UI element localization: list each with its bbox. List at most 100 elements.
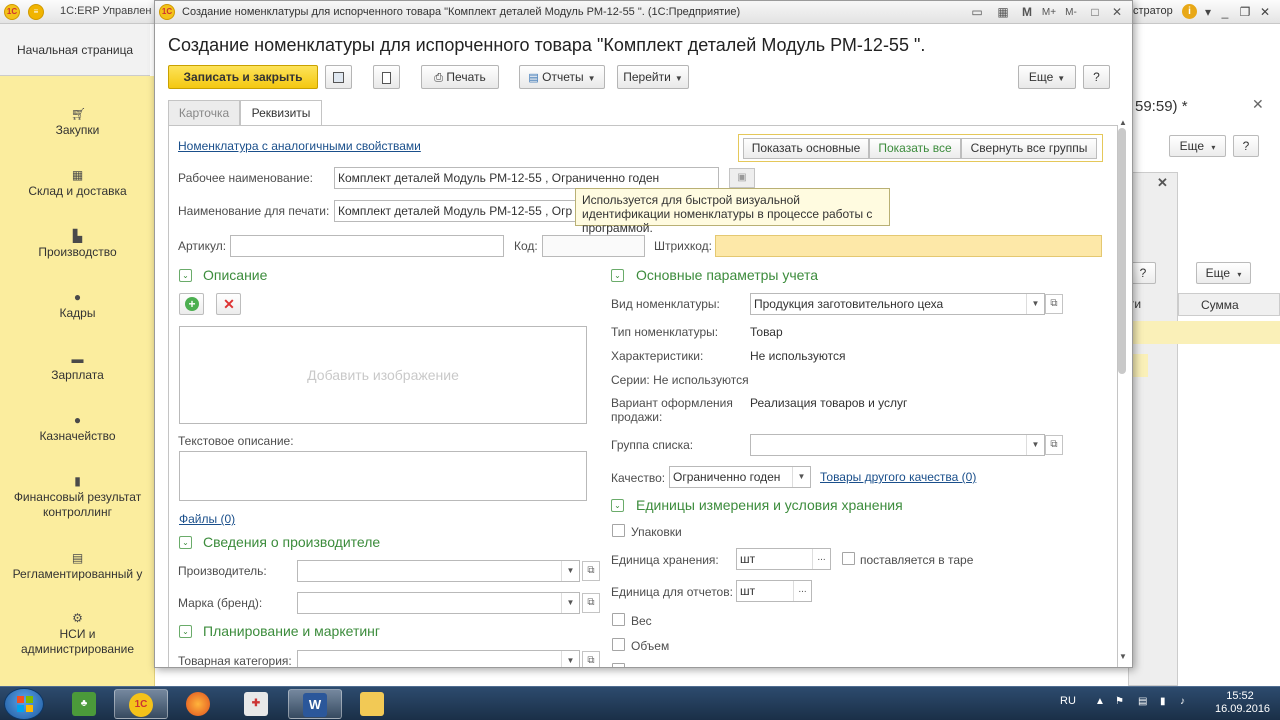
column-sum[interactable]: Сумма [1201,298,1239,312]
accounting-group-header[interactable]: Основные параметры учета [636,267,818,283]
sidebar-item-salary[interactable]: ▬ Зарплата [0,353,155,383]
sidebar-item-production[interactable]: ▙ Производство [0,230,155,260]
flag-icon[interactable]: ⚑ [1115,696,1127,708]
scroll-thumb[interactable] [1118,128,1126,374]
save-and-close-button[interactable]: Записать и закрыть [168,65,318,89]
scroll-up-icon[interactable]: ▲ [1117,118,1129,127]
add-image-button[interactable]: + [179,293,204,315]
brand-select[interactable]: ▼ [297,592,580,614]
background-help-button-2[interactable]: ? [1130,262,1156,284]
report-unit-input[interactable]: шт... [736,580,812,602]
list-group-select[interactable]: ▼ [750,434,1045,456]
taskbar-app-tools[interactable]: ✚ [230,689,284,719]
tare-checkbox[interactable] [842,552,855,565]
scroll-down-icon[interactable]: ▼ [1117,652,1129,661]
dropdown-icon[interactable]: ▾ [1199,3,1217,21]
item-kind-select[interactable]: Продукция заготовительного цеха [750,293,1045,315]
help-button[interactable]: ? [1083,65,1110,89]
category-select[interactable]: ▼ [297,650,580,667]
sidebar-item-warehouse[interactable]: ▦ Склад и доставка [0,169,155,199]
info-icon[interactable]: i [1182,4,1197,19]
manufacturer-group-header[interactable]: Сведения о производителе [203,534,380,550]
background-more-button[interactable]: Еще ▾ [1169,135,1226,157]
battery-icon[interactable]: ▮ [1160,696,1172,708]
planning-group-header[interactable]: Планирование и маркетинг [203,623,380,639]
document-button[interactable] [373,65,400,89]
chevron-down-icon[interactable]: ⌄ [611,269,624,282]
text-description-input[interactable] [179,451,587,501]
work-name-input[interactable]: Комплект деталей Модуль РМ-12-55 , Огран… [334,167,719,189]
tare-label[interactable]: поставляется в таре [860,553,973,567]
volume-checkbox[interactable] [612,638,625,651]
files-link[interactable]: Файлы (0) [179,512,235,526]
open-icon[interactable]: ⧉ [1045,435,1063,455]
current-user[interactable]: стратор [1133,5,1173,17]
network-icon[interactable]: ▤ [1138,696,1150,708]
minimize-icon[interactable]: _ [1216,3,1234,21]
chevron-up-icon[interactable]: ▲ [1095,696,1107,708]
save-button[interactable] [325,65,352,89]
select-dots-icon[interactable]: ... [812,549,830,569]
volume-label[interactable]: Объем [631,639,669,653]
chevron-down-icon[interactable]: ▼ [561,561,579,581]
chevron-down-icon[interactable]: ⌄ [179,625,192,638]
open-icon[interactable]: ⧉ [582,651,600,667]
taskbar-app-explorer[interactable] [346,689,400,719]
sidebar-item-treasury[interactable]: ● Казначейство [0,414,155,444]
chevron-down-icon[interactable]: ▼ [1026,435,1044,455]
restore-icon[interactable]: ❐ [1236,3,1254,21]
close-icon[interactable]: ✕ [1107,3,1127,22]
chevron-down-icon[interactable]: ▼ [792,467,810,487]
clock[interactable]: 15:52 16.09.2016 [1215,690,1270,716]
taskbar-app-1c[interactable]: 1С [114,689,168,719]
sidebar-item-nsi[interactable]: ⚙ НСИ и администрирование [0,612,155,657]
manufacturer-select[interactable]: ▼ [297,560,580,582]
background-more-button-2[interactable]: Еще ▾ [1196,262,1251,284]
packages-label[interactable]: Упаковки [631,525,682,539]
similar-items-link[interactable]: Номенклатура с аналогичными свойствами [178,139,421,153]
volume-icon[interactable]: ♪ [1180,696,1192,708]
units-group-header[interactable]: Единицы измерения и условия хранения [636,497,903,513]
show-main-button[interactable]: Показать основные [743,138,869,159]
open-icon[interactable]: ⧉ [582,561,600,581]
tab-details[interactable]: Реквизиты [240,100,322,126]
print-button[interactable]: ⎙ Печать [421,65,499,89]
weight-checkbox[interactable] [612,613,625,626]
barcode-input[interactable] [715,235,1102,257]
close-icon[interactable]: ✕ [1256,3,1274,21]
chevron-down-icon[interactable]: ▼ [561,593,579,613]
close-icon[interactable]: ✕ [1157,175,1168,191]
other-quality-link[interactable]: Товары другого качества (0) [820,470,976,484]
chevron-down-icon[interactable]: ▼ [561,651,579,667]
packages-checkbox[interactable] [612,524,625,537]
collapse-groups-button[interactable]: Свернуть все группы [961,138,1097,159]
1c-logo-icon[interactable]: 1С [4,4,20,20]
sidebar-item-regulated[interactable]: ▤ Регламентированный у [0,552,155,582]
copy-icon[interactable]: ▭ [967,3,987,22]
quality-select[interactable]: Ограниченно годен ▼ [669,466,811,488]
m-plus-icon[interactable]: M+ [1039,3,1059,22]
more-button[interactable]: Еще ▼ [1018,65,1076,89]
chevron-down-icon[interactable]: ⌄ [179,536,192,549]
taskbar-app-firefox[interactable] [172,689,226,719]
description-group-header[interactable]: Описание [203,267,267,283]
spellcheck-button[interactable]: ▣ [729,168,755,188]
weight-label[interactable]: Вес [631,614,652,628]
tab-card[interactable]: Карточка [168,100,240,126]
code-input[interactable] [542,235,645,257]
article-input[interactable] [230,235,504,257]
delete-image-button[interactable]: ✕ [216,293,241,315]
calendar-icon[interactable]: ▦ [993,3,1013,22]
chevron-down-icon[interactable]: ▼ [1026,294,1044,314]
home-tab[interactable]: Начальная страница [0,24,150,76]
image-area[interactable]: Добавить изображение [179,326,587,424]
storage-unit-input[interactable]: шт... [736,548,831,570]
open-icon[interactable]: ⧉ [1045,294,1063,314]
taskbar-app-word[interactable]: W [288,689,342,719]
table-row[interactable] [1128,321,1280,344]
language-indicator[interactable]: RU [1060,695,1076,707]
close-icon[interactable]: ✕ [1252,96,1264,113]
m-minus-icon[interactable]: M- [1061,3,1081,22]
background-help-button[interactable]: ? [1233,135,1259,157]
sidebar-item-hr[interactable]: ● Кадры [0,291,155,321]
